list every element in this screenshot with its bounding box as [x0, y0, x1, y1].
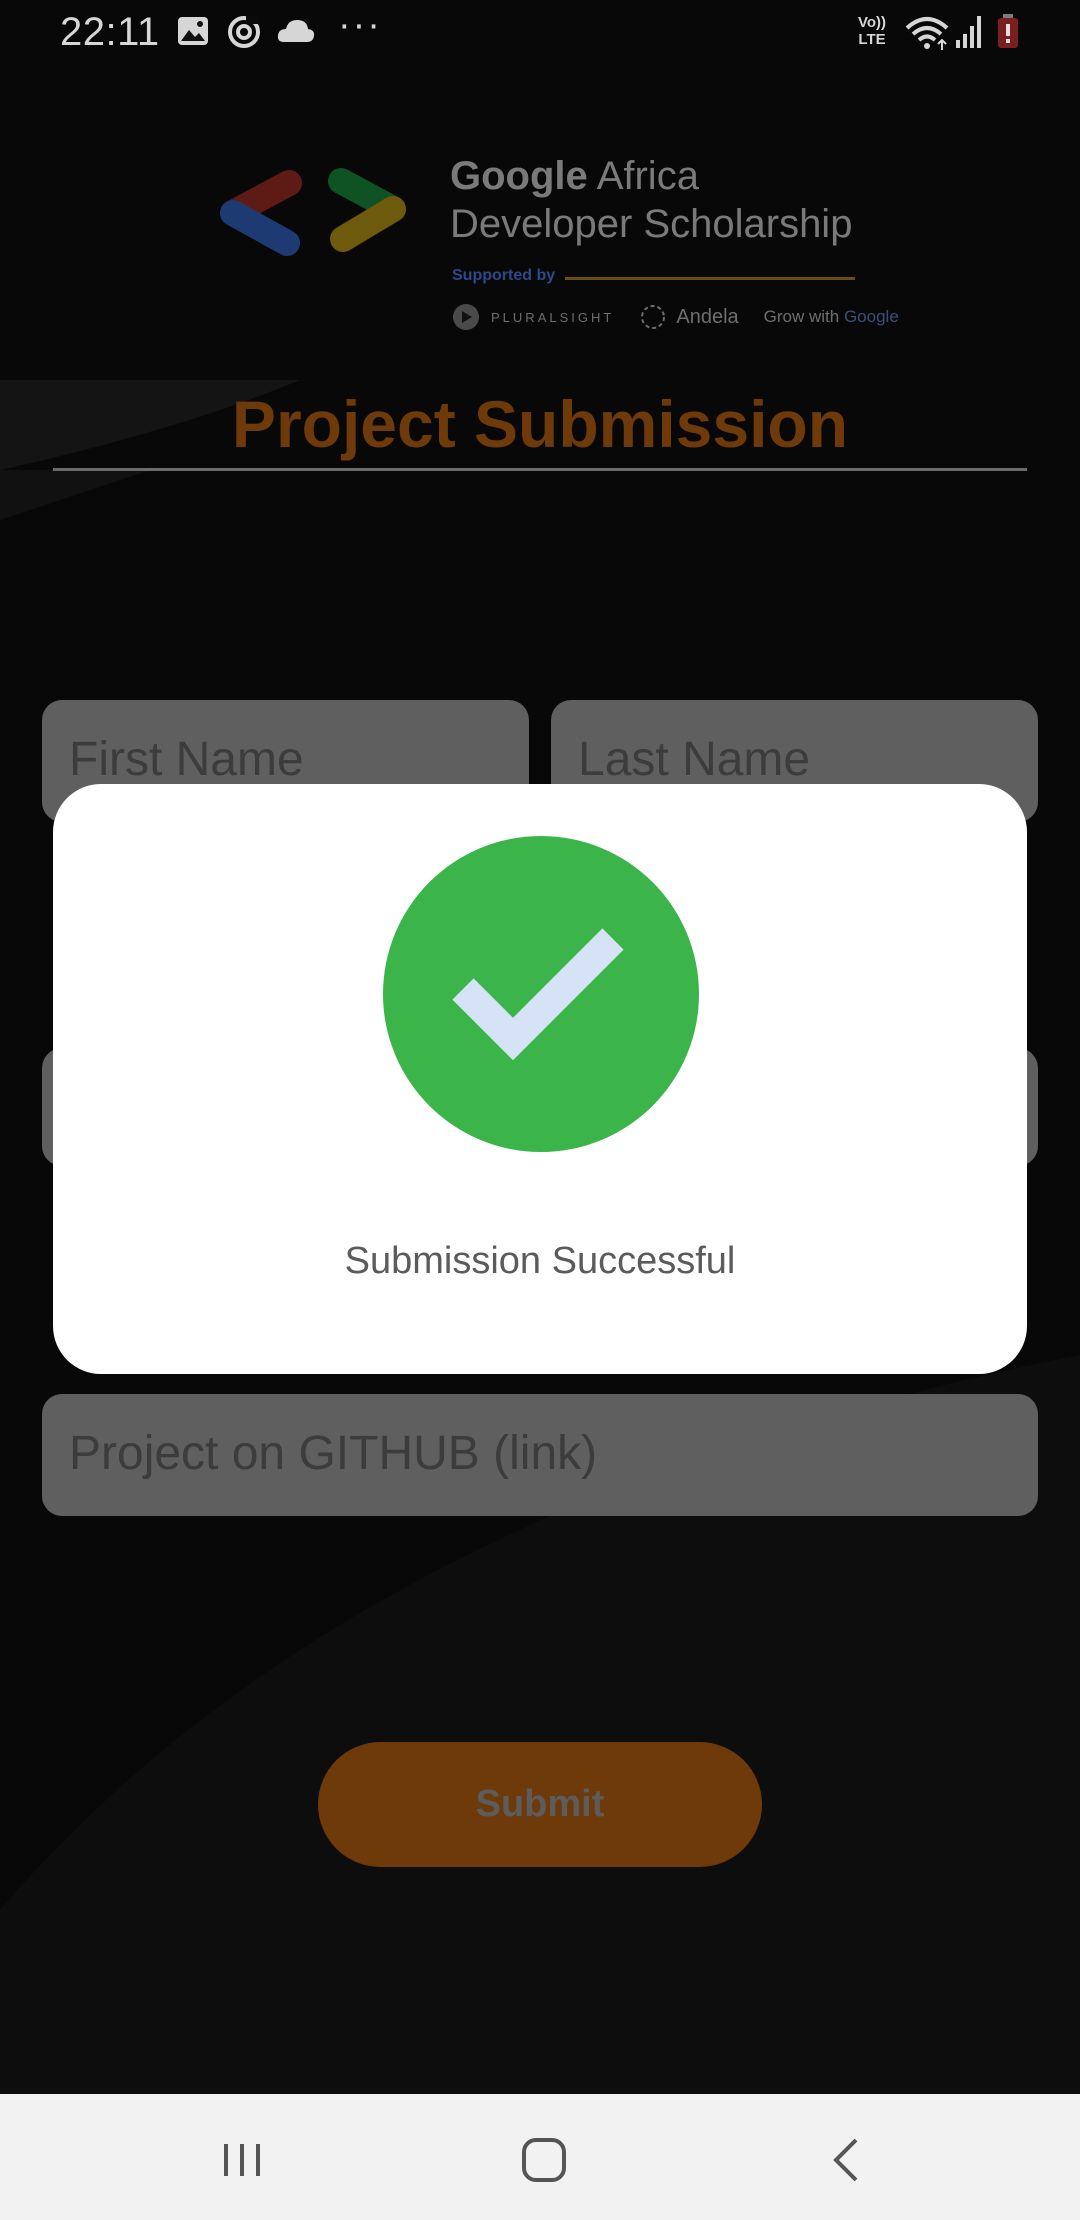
more-dots: ···: [338, 4, 382, 46]
sponsor-andela: Andela: [676, 305, 739, 328]
home-icon[interactable]: [514, 2130, 574, 2190]
gallery-icon: [178, 17, 208, 45]
submit-button[interactable]: Submit: [318, 1742, 762, 1867]
signal-icon: [956, 16, 981, 48]
cloud-icon: [277, 20, 315, 42]
dialog-message: Submission Successful: [344, 1240, 736, 1282]
recent-apps-icon[interactable]: [212, 2130, 272, 2190]
pluralsight-icon: [453, 304, 479, 330]
back-icon[interactable]: [818, 2130, 878, 2190]
battery-icon: [998, 14, 1018, 48]
supported-by-line: [565, 277, 855, 280]
title-divider: [53, 468, 1027, 471]
sponsor-logos: PLURALSIGHT Andela Grow with Google: [452, 303, 899, 333]
volte-lte-icon: Vo)) LTE: [858, 14, 887, 48]
navigation-bar: [0, 2094, 1080, 2220]
check-circle-icon: [383, 836, 699, 1152]
sponsor-grow-with: Grow with: [763, 307, 844, 326]
status-bar: 22:11 ··· Vo)) LTE: [0, 0, 1080, 66]
supported-by-label: Supported by: [452, 267, 556, 284]
sponsor-google: Google: [843, 307, 899, 326]
page-title: Project Submission: [231, 387, 849, 461]
sponsor-pluralsight: PLURALSIGHT: [491, 309, 615, 325]
clock: 22:11: [60, 10, 160, 54]
brand-text: Google Africa Developer Scholarship: [450, 154, 853, 246]
wifi-icon: [905, 17, 949, 50]
gads-logo: [220, 168, 406, 256]
success-dialog: Submission Successful: [53, 784, 1027, 1374]
sync-icon: [228, 16, 260, 48]
github-link-input[interactable]: Project on GITHUB (link): [42, 1394, 1038, 1516]
andela-icon: [641, 305, 666, 329]
